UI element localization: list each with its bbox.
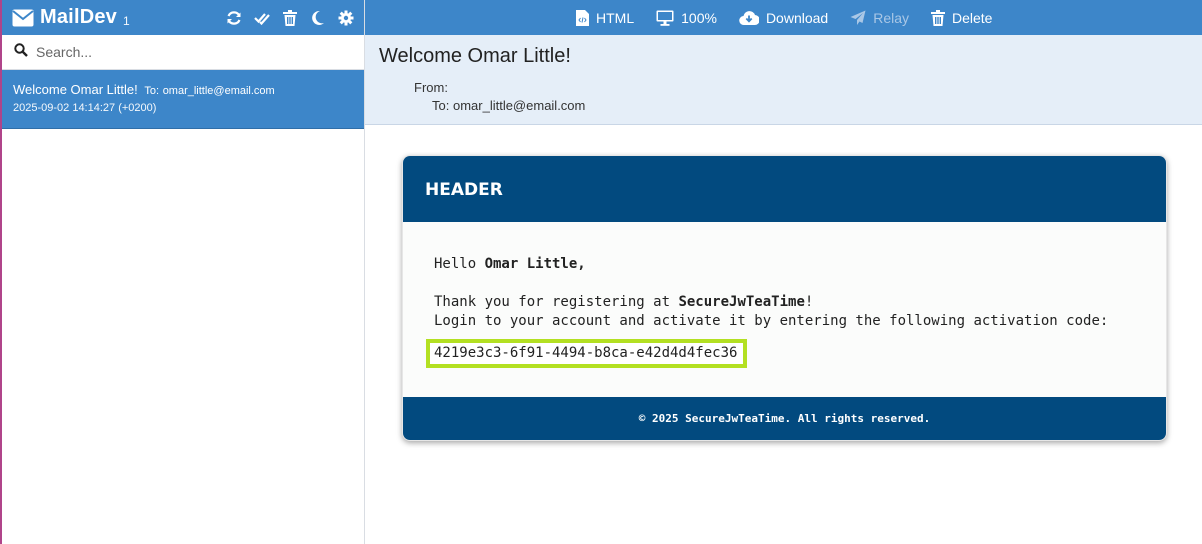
thanks-line: Thank you for registering at SecureJwTea… (434, 293, 1166, 312)
instruction-line: Login to your account and activate it by… (434, 313, 1109, 329)
to-value: omar_little@email.com (452, 98, 586, 113)
paper-plane-icon (850, 10, 866, 25)
email-item-to-label: To: (144, 85, 160, 97)
message-from-row: From: (414, 80, 1202, 95)
search-icon (14, 42, 28, 62)
sidebar-header: MailDev 1 (2, 0, 364, 35)
delete-button-label: Delete (952, 9, 993, 26)
moon-icon[interactable] (310, 10, 326, 26)
message-header: Welcome Omar Little! From: To: omar_litt… (365, 35, 1202, 125)
search-input[interactable] (36, 44, 336, 60)
trash-icon (931, 9, 945, 26)
from-label: From: (414, 80, 448, 95)
message-subject: Welcome Omar Little! (379, 45, 571, 67)
recipient-name: Omar Little, (484, 256, 586, 272)
download-button[interactable]: Download (739, 10, 828, 26)
delete-button[interactable]: Delete (931, 9, 993, 26)
email-item-date: 2025-09-02 14:14:27 (+0200) (13, 102, 157, 114)
html-button[interactable]: HTML (576, 9, 635, 26)
thanks-suffix: ! (804, 294, 814, 310)
relay-button-label: Relay (873, 9, 909, 26)
message-to-row: To: omar_little@email.com (432, 98, 1202, 113)
relay-button[interactable]: Relay (850, 10, 909, 26)
greeting-line: Hello Omar Little, (434, 255, 1166, 274)
sidebar-tools (226, 9, 354, 26)
app-name: MailDev (40, 6, 117, 28)
email-body: Hello Omar Little, Thank you for registe… (403, 222, 1166, 397)
envelope-icon (12, 9, 34, 27)
email-item-subject: Welcome Omar Little! (13, 82, 138, 97)
sidebar: MailDev 1 Search... Welcome Omar Little!… (0, 0, 365, 544)
trash-icon[interactable] (282, 9, 298, 26)
gear-icon[interactable] (338, 10, 354, 26)
email-list-item[interactable]: Welcome Omar Little! To: omar_little@ema… (2, 70, 364, 129)
message-toolbar: HTML 100% Download Relay Delete (365, 0, 1202, 35)
to-label: To: (432, 98, 450, 113)
email-count: 1 (123, 13, 130, 28)
service-name: SecureJwTeaTime (678, 294, 805, 310)
search-bar (2, 35, 364, 70)
mark-all-read-icon[interactable] (254, 10, 270, 26)
monitor-icon (656, 10, 674, 26)
html-button-label: HTML (596, 9, 635, 26)
email-body-card: HEADER Hello Omar Little, Thank you for … (402, 155, 1167, 441)
download-button-label: Download (765, 9, 829, 26)
refresh-icon[interactable] (226, 10, 242, 26)
zoom-button-label: 100% (681, 9, 717, 26)
activation-code[interactable]: 4219e3c3-6f91-4494-b8ca-e42d4d4fec36 (426, 339, 748, 368)
cloud-download-icon (739, 10, 759, 25)
email-header-banner: HEADER (403, 156, 1166, 222)
zoom-button[interactable]: 100% (656, 10, 717, 26)
email-item-to-address: omar_little@email.com (162, 85, 275, 97)
message-view: HTML 100% Download Relay Delete Welcome … (365, 0, 1202, 544)
file-code-icon (576, 9, 589, 26)
greeting-prefix: Hello (434, 256, 485, 272)
thanks-prefix: Thank you for registering at (434, 294, 679, 310)
email-footer: © 2025 SecureJwTeaTime. All rights reser… (403, 397, 1166, 440)
